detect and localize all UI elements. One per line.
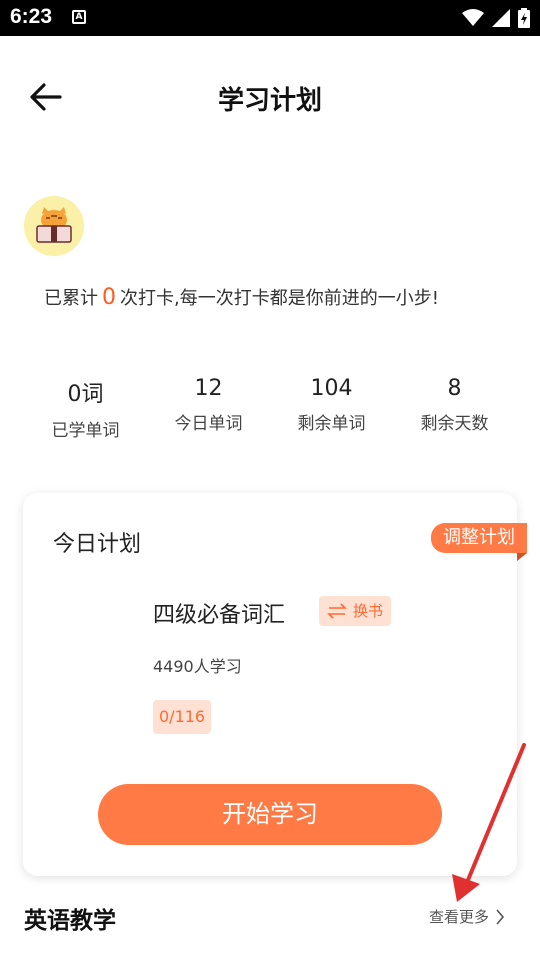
stat-remaining-words: 104 剩余单词 — [270, 376, 393, 441]
stat-label: 已学单词 — [51, 421, 120, 441]
ribbon-tail — [517, 553, 527, 561]
today-plan-card: 今日计划 调整计划 四级必备词汇 换书 4490人学习 0/116 开始学习 — [23, 493, 527, 876]
book-name: 四级必备词汇 — [153, 603, 286, 628]
stat-label: 剩余单词 — [297, 414, 366, 434]
view-more-link[interactable]: 查看更多 — [429, 906, 505, 927]
checkin-suffix: 次打卡,每一次打卡都是你前进的一小步! — [120, 288, 439, 309]
start-learning-button[interactable]: 开始学习 — [98, 784, 442, 845]
checkin-count: 0 — [102, 285, 116, 310]
stat-value: 8 — [447, 376, 462, 401]
battery-icon — [518, 8, 530, 28]
checkin-prefix: 已累计 — [44, 288, 98, 309]
page-title: 学习计划 — [217, 86, 322, 116]
stat-learned-words: 0词 已学单词 — [24, 376, 147, 441]
learner-count: 4490人学习 — [153, 657, 242, 676]
stat-value: 104 — [310, 376, 353, 401]
tiger-mascot-icon — [24, 196, 84, 256]
stat-label: 剩余天数 — [420, 414, 489, 434]
status-bar: 6:23 A — [0, 0, 540, 36]
card-title: 今日计划 — [53, 532, 142, 557]
progress-badge: 0/116 — [153, 700, 212, 734]
stat-label: 今日单词 — [174, 414, 243, 434]
notification-icon: A — [72, 10, 86, 24]
chevron-right-icon — [496, 908, 505, 925]
app-bar: 学习计划 — [0, 36, 540, 158]
stat-today-words: 12 今日单词 — [147, 376, 270, 441]
stats-row: 0词 已学单词 12 今日单词 104 剩余单词 8 剩余天数 — [24, 376, 516, 441]
avatar — [24, 196, 84, 256]
swap-book-button[interactable]: 换书 — [319, 596, 392, 626]
section-title: 英语教学 — [24, 908, 116, 934]
stat-value: 0词 — [67, 382, 104, 407]
adjust-plan-button[interactable]: 调整计划 — [431, 523, 527, 553]
stat-value: 12 — [194, 376, 223, 401]
status-icons — [462, 8, 530, 28]
view-more-label: 查看更多 — [429, 908, 490, 926]
status-time: 6:23 — [10, 5, 53, 28]
swap-arrows-icon — [327, 603, 347, 619]
signal-icon — [492, 9, 510, 27]
checkin-message: 已累计 0 次打卡,每一次打卡都是你前进的一小步! — [44, 284, 439, 310]
stat-remaining-days: 8 剩余天数 — [393, 376, 516, 441]
wifi-icon — [462, 9, 484, 26]
swap-book-label: 换书 — [353, 602, 384, 620]
